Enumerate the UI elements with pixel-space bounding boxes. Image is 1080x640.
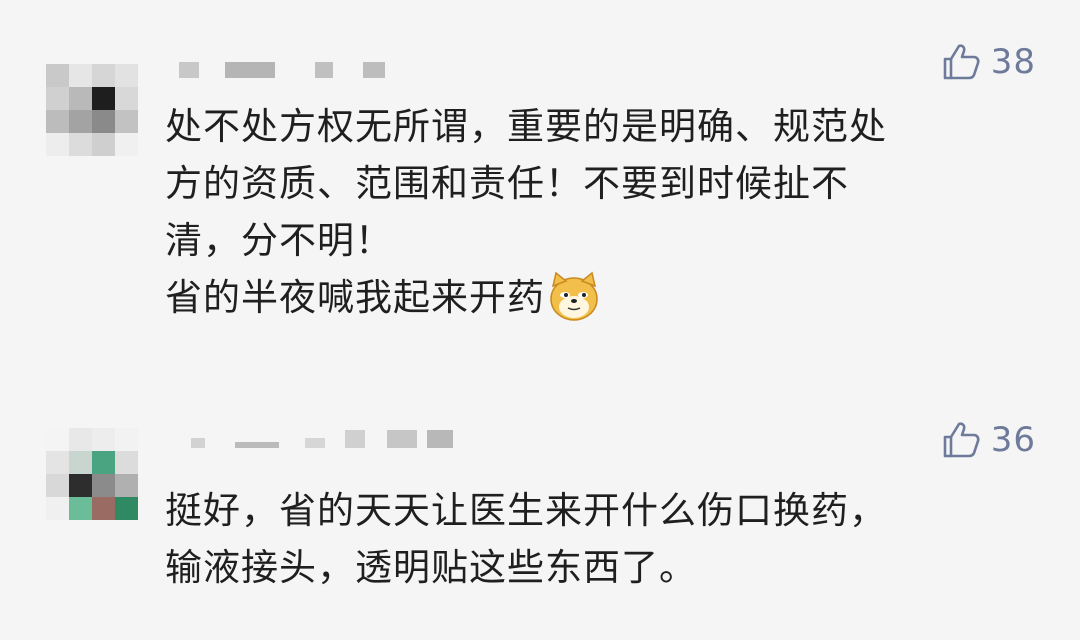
thumbs-up-icon	[943, 44, 980, 80]
comment-line: 清，分不明！	[165, 219, 393, 262]
like-count: 36	[990, 420, 1036, 460]
thumbs-up-icon	[943, 422, 980, 458]
avatar[interactable]	[46, 64, 138, 156]
username-blurred[interactable]	[165, 62, 395, 82]
comment-line: 挺好，省的天天让医生来开什么伤口换药，	[165, 489, 887, 532]
comment-text: 挺好，省的天天让医生来开什么伤口换药， 输液接头，透明贴这些东西了。	[165, 482, 1035, 596]
avatar[interactable]	[46, 428, 138, 520]
comment-line: 处不处方权无所谓，重要的是明确、规范处	[165, 105, 887, 148]
comment-text: 处不处方权无所谓，重要的是明确、规范处 方的资质、范围和责任！不要到时候扯不 清…	[165, 98, 1035, 326]
username-blurred[interactable]	[165, 430, 465, 452]
like-button[interactable]: 36	[941, 420, 1036, 460]
like-button[interactable]: 38	[941, 42, 1036, 82]
doge-emoji	[550, 271, 598, 321]
comment-line: 方的资质、范围和责任！不要到时候扯不	[165, 162, 849, 205]
comment-line: 省的半夜喊我起来开药	[165, 269, 1035, 326]
like-count: 38	[990, 42, 1036, 82]
comment-line: 输液接头，透明贴这些东西了。	[165, 546, 697, 589]
